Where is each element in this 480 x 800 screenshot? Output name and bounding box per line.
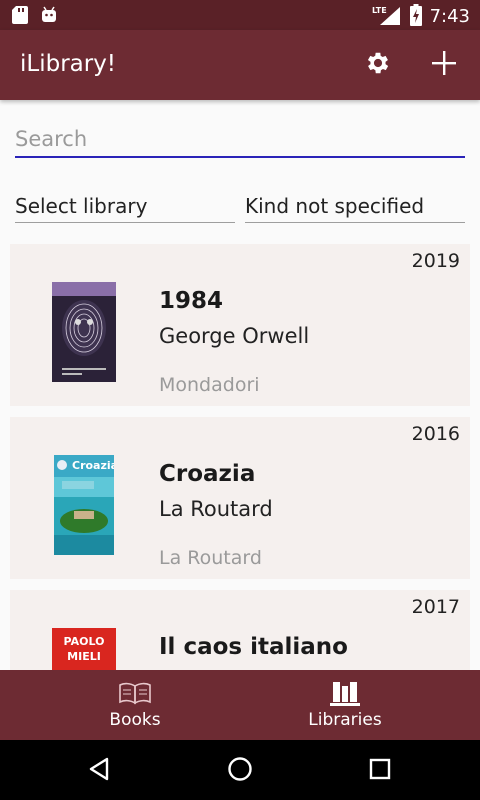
book-year: 2017 bbox=[411, 596, 460, 618]
search-input[interactable] bbox=[15, 122, 465, 158]
nav-books-tab[interactable]: Books bbox=[15, 670, 255, 740]
lte-signal-icon: LTE bbox=[372, 5, 402, 29]
svg-text:LTE: LTE bbox=[372, 6, 387, 15]
book-publisher: La Routard bbox=[159, 547, 262, 569]
book-cover bbox=[52, 282, 116, 382]
system-nav-bar bbox=[0, 740, 480, 800]
plus-icon bbox=[431, 50, 457, 80]
status-bar: LTE 7:43 bbox=[0, 0, 480, 30]
battery-charging-icon bbox=[409, 4, 422, 30]
book-title: 1984 bbox=[159, 288, 224, 314]
book-author: George Orwell bbox=[159, 324, 310, 348]
app-title: iLibrary! bbox=[20, 51, 117, 77]
book-title: Croazia bbox=[159, 461, 256, 487]
bookshelf-icon bbox=[330, 680, 360, 708]
book-cover: PAOLO MIELI bbox=[52, 628, 116, 670]
book-year: 2016 bbox=[411, 423, 460, 445]
book-card[interactable]: 2019 1984 George Orwell Mondadori bbox=[10, 244, 470, 406]
book-year: 2019 bbox=[411, 250, 460, 272]
home-circle-icon bbox=[227, 756, 253, 786]
open-book-icon bbox=[118, 680, 152, 708]
nav-libraries-tab[interactable]: Libraries bbox=[225, 670, 465, 740]
home-button[interactable] bbox=[225, 756, 255, 786]
settings-button[interactable] bbox=[360, 47, 396, 83]
back-button[interactable] bbox=[84, 756, 114, 786]
book-card[interactable]: 2016 Croazia Croazia La Routard La Routa… bbox=[10, 417, 470, 579]
android-icon bbox=[40, 6, 58, 28]
svg-text:MIELI: MIELI bbox=[67, 650, 101, 663]
app-bar: iLibrary! bbox=[0, 30, 480, 100]
nav-books-label: Books bbox=[109, 710, 161, 730]
svg-text:PAOLO: PAOLO bbox=[64, 635, 105, 648]
book-card[interactable]: 2017 PAOLO MIELI Il caos italiano bbox=[10, 590, 470, 670]
svg-text:Croazia: Croazia bbox=[72, 459, 114, 472]
library-select[interactable]: Select library bbox=[15, 190, 235, 223]
recents-button[interactable] bbox=[365, 756, 395, 786]
recents-square-icon bbox=[369, 758, 391, 784]
book-publisher: Mondadori bbox=[159, 374, 260, 396]
book-author: La Routard bbox=[159, 497, 273, 521]
clock: 7:43 bbox=[429, 6, 470, 27]
gear-icon bbox=[364, 49, 392, 81]
add-book-button[interactable] bbox=[426, 47, 462, 83]
back-triangle-icon bbox=[88, 757, 110, 785]
sd-card-icon bbox=[12, 6, 28, 28]
kind-select[interactable]: Kind not specified bbox=[245, 190, 465, 223]
bottom-navigation: Books Libraries bbox=[0, 670, 480, 740]
book-cover: Croazia bbox=[54, 455, 118, 555]
book-title: Il caos italiano bbox=[159, 634, 348, 660]
nav-libraries-label: Libraries bbox=[308, 710, 382, 730]
book-list[interactable]: 2019 1984 George Orwell Mondadori 2016 C… bbox=[0, 240, 480, 670]
